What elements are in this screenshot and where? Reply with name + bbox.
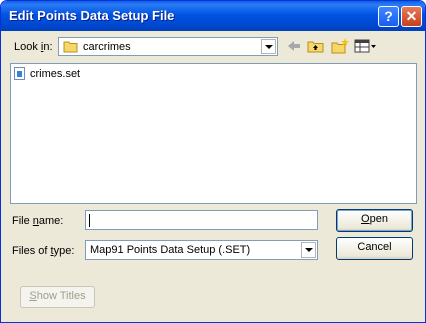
- new-folder-icon[interactable]: [331, 37, 349, 55]
- file-type-label: Files of type:: [12, 245, 74, 257]
- text-caret: [89, 214, 90, 227]
- look-in-dropdown-arrow[interactable]: [261, 39, 276, 54]
- back-icon[interactable]: [285, 37, 303, 55]
- look-in-combo[interactable]: carcrimes: [58, 37, 278, 56]
- show-titles-button[interactable]: Show Titles: [20, 286, 95, 308]
- look-in-label: Look in:: [14, 41, 53, 53]
- folder-icon: [63, 41, 78, 53]
- file-type-value: Map91 Points Data Setup (.SET): [90, 244, 251, 256]
- look-in-label-pre: Look: [14, 41, 41, 53]
- open-button-key: O: [361, 213, 370, 225]
- cancel-button[interactable]: Cancel: [336, 237, 413, 260]
- open-button-label: pen: [369, 213, 388, 225]
- file-name-input[interactable]: [85, 210, 318, 230]
- help-button[interactable]: ?: [378, 6, 399, 27]
- up-folder-icon[interactable]: [307, 37, 325, 55]
- view-menu-icon[interactable]: [354, 37, 378, 55]
- file-type-label-pre: Files of: [12, 245, 51, 257]
- file-name-label: File name:: [12, 215, 63, 227]
- dialog-window: Edit Points Data Setup File ? ✕ Look in:…: [0, 0, 426, 323]
- close-button[interactable]: ✕: [401, 6, 422, 27]
- look-in-value: carcrimes: [83, 41, 131, 53]
- window-title: Edit Points Data Setup File: [9, 8, 175, 23]
- file-name-label-post: ame:: [38, 215, 64, 227]
- file-list[interactable]: crimes.set: [10, 63, 417, 204]
- file-type-combo[interactable]: Map91 Points Data Setup (.SET): [85, 240, 318, 260]
- file-name: crimes.set: [30, 68, 81, 80]
- file-type-dropdown-arrow[interactable]: [301, 242, 316, 258]
- show-titles-button-label: how Titles: [36, 290, 86, 302]
- setup-file-icon: [14, 67, 25, 80]
- open-button[interactable]: Open: [336, 209, 413, 232]
- title-bar[interactable]: Edit Points Data Setup File ? ✕: [1, 1, 425, 31]
- file-type-label-post: ype:: [53, 245, 75, 257]
- show-titles-button-key: S: [29, 290, 37, 302]
- look-in-label-post: n:: [43, 41, 53, 53]
- file-name-label-pre: File: [12, 215, 33, 227]
